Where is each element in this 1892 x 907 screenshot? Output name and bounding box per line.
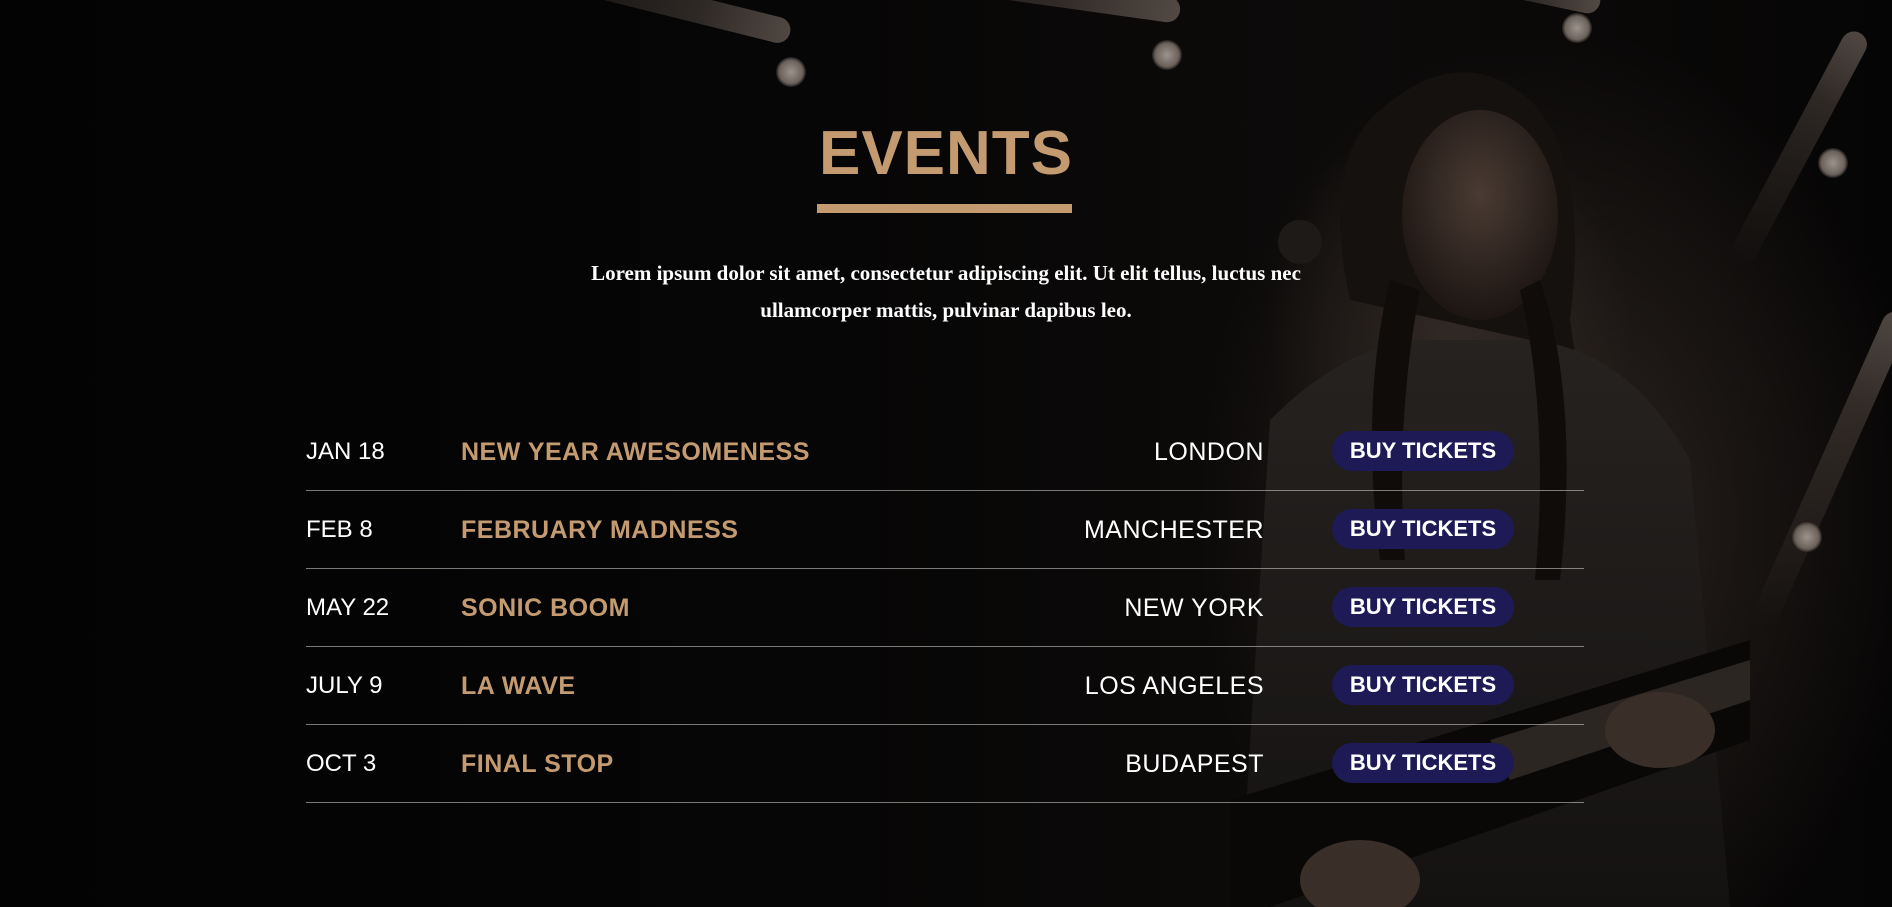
event-date: OCT 3	[306, 750, 377, 777]
event-date: JULY 9	[306, 672, 383, 699]
events-section: EVENTS Lorem ipsum dolor sit amet, conse…	[0, 0, 1892, 907]
event-city: BUDAPEST	[1125, 750, 1264, 778]
section-intro: Lorem ipsum dolor sit amet, consectetur …	[591, 261, 1301, 322]
event-city: MANCHESTER	[1083, 516, 1264, 544]
event-date: FEB 8	[306, 516, 373, 543]
event-name: LA WAVE	[461, 672, 576, 700]
event-name: FINAL STOP	[461, 750, 614, 778]
event-date: JAN 18	[306, 438, 385, 465]
title-underline	[817, 204, 1072, 213]
buy-tickets-button[interactable]: BUY TICKETS	[1332, 431, 1514, 471]
event-row: MAY 22 SONIC BOOM NEW YORK BUY TICKETS	[306, 569, 1584, 647]
event-name: NEW YEAR AWESOMENESS	[461, 438, 810, 466]
event-city: LONDON	[1154, 438, 1264, 466]
buy-tickets-button[interactable]: BUY TICKETS	[1332, 743, 1514, 783]
event-city: NEW YORK	[1124, 594, 1264, 622]
event-row: JAN 18 NEW YEAR AWESOMENESS LONDON BUY T…	[306, 413, 1584, 491]
event-row: FEB 8 FEBRUARY MADNESS MANCHESTER BUY TI…	[306, 491, 1584, 569]
buy-tickets-button[interactable]: BUY TICKETS	[1332, 665, 1514, 705]
event-city: LOS ANGELES	[1084, 672, 1264, 700]
event-row: OCT 3 FINAL STOP BUDAPEST BUY TICKETS	[306, 725, 1584, 803]
section-title: EVENTS	[818, 119, 1074, 188]
event-date: MAY 22	[306, 594, 390, 621]
buy-tickets-button[interactable]: BUY TICKETS	[1332, 509, 1514, 549]
event-name: SONIC BOOM	[461, 594, 630, 622]
buy-tickets-button[interactable]: BUY TICKETS	[1332, 587, 1514, 627]
event-name: FEBRUARY MADNESS	[461, 516, 739, 544]
event-row: JULY 9 LA WAVE LOS ANGELES BUY TICKETS	[306, 647, 1584, 725]
events-list: JAN 18 NEW YEAR AWESOMENESS LONDON BUY T…	[306, 413, 1584, 803]
